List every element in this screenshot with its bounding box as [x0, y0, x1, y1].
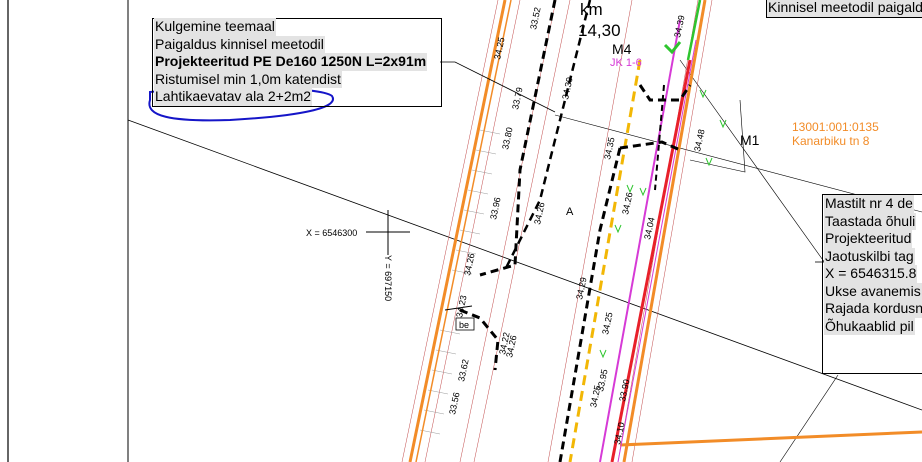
- legend-left-line-3: Projekteeritud PE De160 1250N L=2x91m: [154, 53, 428, 71]
- elevation-label: 34.39: [672, 14, 686, 38]
- station-m1: M1: [740, 132, 760, 148]
- elevation-label: 34.30: [560, 76, 574, 100]
- elevation-label: 33.56: [447, 391, 461, 415]
- elevation-label: 34.25: [492, 36, 506, 60]
- leader-line-right: [679, 59, 831, 271]
- legend-right-line-2: Taastada õhuli: [824, 212, 917, 230]
- elevation-label: 34.26: [620, 191, 634, 215]
- jk-label: JK 1-6: [610, 57, 642, 69]
- legend-left-line-4: Ristumisel min 1,0m katendist: [154, 70, 342, 88]
- elevation-label: 34.48: [692, 128, 706, 152]
- tick-marks: [419, 129, 501, 435]
- elevation-label: 34.23: [454, 294, 468, 318]
- elevation-label: 33.52: [528, 6, 542, 30]
- elevation-label: 33.80: [500, 126, 514, 150]
- top-right-note-text: Kinnisel meetodil paigaldus: [766, 0, 922, 18]
- elevation-label: 34.26: [532, 201, 546, 225]
- utility-plan-drawing: km 14,30 M4 M1 JK 1-6 13001:001:0135 Kan…: [7, 0, 922, 462]
- road-letter: A: [566, 206, 574, 218]
- top-right-note: Kinnisel meetodil paigaldus: [766, 0, 922, 18]
- parcel-edge: [779, 374, 839, 462]
- legend-left: Kulgemine teemaal Paigaldus kinnisel mee…: [154, 18, 428, 106]
- km-label: km: [580, 0, 603, 19]
- legend-right-line-4: Jaotuskilbi tag: [824, 247, 915, 265]
- legend-left-line-1: Kulgemine teemaal: [154, 18, 276, 36]
- orange-road-edge-right: [622, 0, 707, 462]
- legend-left-line-2: Paigaldus kinnisel meetodil: [154, 35, 325, 53]
- elevation-label: 34.35: [602, 136, 616, 160]
- elevation-labels: 33.52 34.25 33.79 34.30 33.80 33.96 34.26 34.26…: [447, 6, 706, 445]
- elevation-label: 33.79: [510, 86, 524, 110]
- elevation-label: 34.29: [574, 276, 588, 300]
- magenta-line-2: [617, 39, 697, 462]
- elevation-label: 33.62: [456, 358, 470, 382]
- black-dashed-line-3: [558, 147, 622, 462]
- legend-right-line-5: X = 6546315.8: [824, 265, 918, 283]
- legend-right-line-3: Projekteeritud: [824, 230, 913, 248]
- black-dashed-line-4: [619, 140, 681, 152]
- station-m4: M4: [612, 41, 632, 57]
- orange-crossing-line: [619, 430, 922, 447]
- legend-right-line-1: Mastilt nr 4 de: [824, 195, 914, 213]
- vegetation-marks: [599, 89, 727, 359]
- black-dashed-line-1: [479, 0, 557, 277]
- legend-left-line-5: Lahtikaevatav ala 2+2m2: [154, 88, 313, 106]
- elevation-label: 34.25: [600, 311, 614, 335]
- elevation-label: 34.25: [588, 384, 602, 408]
- elevation-label: 34.26: [462, 252, 476, 276]
- km-value: 14,30: [578, 21, 621, 40]
- coord-x-label: X = 6546300: [306, 228, 357, 238]
- green-marker: [663, 41, 682, 55]
- parcel-address: Kanarbiku tn 8: [792, 134, 870, 148]
- parcel-id: 13001:001:0135: [792, 120, 879, 134]
- elevation-label: 33.96: [488, 196, 502, 220]
- coord-y-label: Y = 697150: [383, 255, 393, 301]
- building-label: be: [459, 320, 469, 330]
- elevation-label: 34.10: [612, 421, 626, 445]
- boundary-line: [127, 119, 922, 411]
- legend-right: Mastilt nr 4 de Taastada õhuli Projektee…: [824, 195, 922, 335]
- legend-right-line-8: Õhukaablid pil: [824, 317, 915, 335]
- legend-right-line-6: Ukse avanemis: [824, 282, 922, 300]
- legend-right-line-7: Rajada kordusn: [824, 300, 922, 318]
